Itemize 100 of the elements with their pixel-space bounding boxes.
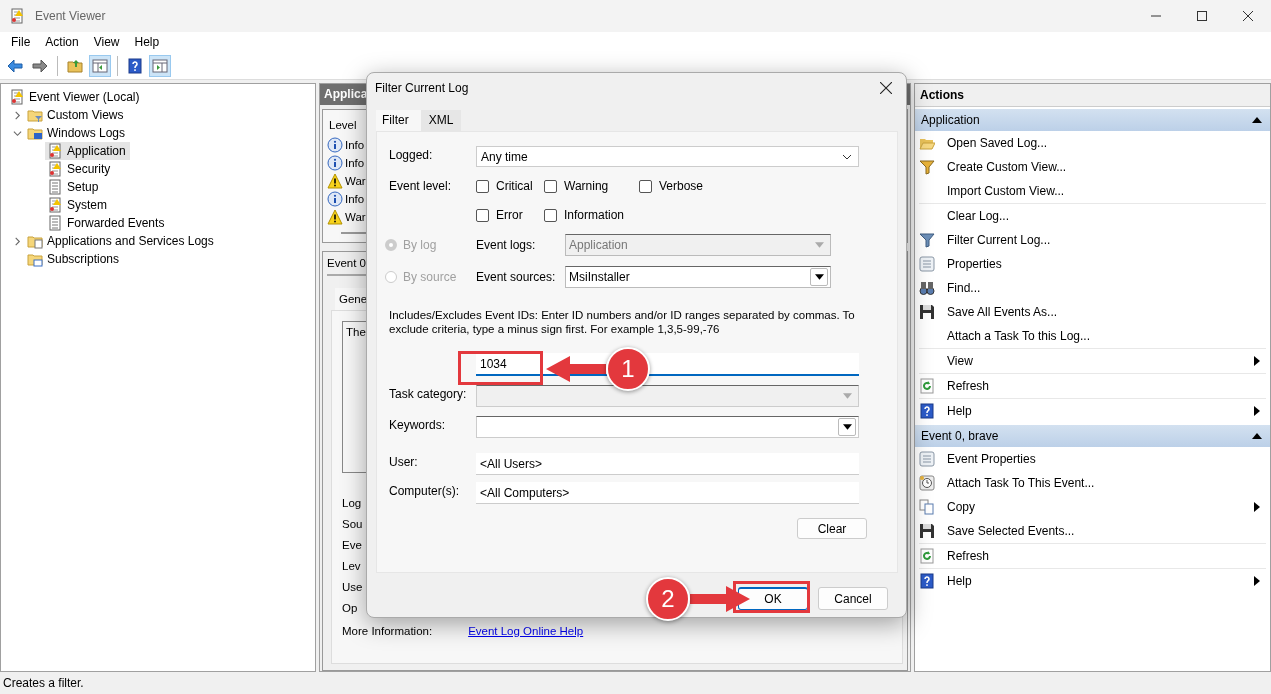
command-item[interactable]: View [919, 349, 1266, 373]
command-item[interactable]: Clear Log... [919, 204, 1266, 228]
command-item[interactable]: Attach Task To This Event... [919, 471, 1266, 495]
checkbox[interactable] [476, 208, 489, 222]
command-item[interactable]: Open Saved Log... [919, 131, 1266, 155]
help-icon [919, 403, 935, 419]
tree-item[interactable]: Applications and Services Logs [25, 232, 218, 250]
command-item[interactable]: Properties [919, 252, 1266, 276]
log-icon [47, 179, 63, 195]
actions-header: Actions [915, 84, 1270, 107]
log-icon [47, 143, 63, 159]
command-item[interactable]: Attach a Task To this Log... [919, 324, 1266, 348]
checkbox[interactable] [476, 179, 489, 193]
section-header[interactable]: Event 0, brave [915, 425, 1270, 447]
command-item[interactable]: Find... [919, 276, 1266, 300]
tree-item[interactable]: Windows Logs [25, 124, 130, 142]
menu-item[interactable]: Help [128, 35, 166, 49]
event-level-cell[interactable]: Info [345, 157, 365, 169]
field-label: Keywords: [389, 417, 447, 432]
menu-item[interactable]: View [87, 35, 126, 49]
folder-icon [67, 57, 83, 74]
field-label: Sou [342, 517, 363, 532]
submenu-arrow-icon [1254, 356, 1260, 366]
logged-dropdown[interactable]: Any time [476, 146, 859, 167]
checkbox[interactable] [639, 179, 652, 193]
tree-item[interactable]: System [45, 196, 111, 214]
event-level-cell[interactable]: Info [345, 193, 365, 205]
toolbar-button[interactable] [89, 54, 111, 77]
binoculars-icon [919, 280, 935, 296]
tree-item[interactable]: Setup [45, 178, 103, 196]
submenu-arrow-icon [1254, 502, 1260, 512]
event-level-cell[interactable]: War [345, 211, 366, 223]
folder-icon [27, 125, 43, 141]
computer-field[interactable]: <All Computers> [476, 482, 859, 504]
chevron-right-icon[interactable] [12, 236, 22, 246]
checkbox[interactable] [544, 179, 557, 193]
command-item[interactable]: Refresh [919, 544, 1266, 568]
section-header[interactable]: Application [915, 109, 1270, 131]
toolbar-button[interactable] [149, 54, 171, 77]
tree-item[interactable]: Security [45, 160, 115, 178]
command-item[interactable]: Help [919, 399, 1266, 423]
dropdown-arrow-icon [814, 242, 824, 248]
field-label: User: [389, 454, 419, 469]
submenu-arrow-icon [1254, 406, 1260, 416]
log-icon [47, 215, 63, 231]
tab[interactable]: XML [420, 110, 462, 131]
command-item[interactable]: Refresh [919, 374, 1266, 398]
chevron-down-icon[interactable] [12, 128, 22, 138]
field-label: Use [342, 580, 363, 595]
folder-icon [27, 251, 43, 267]
refresh-icon [919, 548, 935, 564]
radio-label: By log [403, 238, 437, 252]
chevron-right-icon[interactable] [12, 110, 22, 120]
callout-arrow [546, 356, 606, 382]
cancel-button[interactable]: Cancel [818, 587, 888, 610]
field-label: Eve [342, 538, 362, 553]
maximize-icon [1197, 11, 1207, 21]
checkbox[interactable] [544, 208, 557, 222]
field-label: Lev [342, 559, 361, 574]
callout-arrow [690, 586, 750, 612]
copy-icon [919, 499, 935, 515]
log-icon [9, 89, 25, 105]
user-field[interactable]: <All Users> [476, 453, 859, 475]
command-item[interactable]: Save All Events As... [919, 300, 1266, 324]
info-icon [327, 137, 343, 153]
folder-icon [27, 107, 43, 123]
properties-icon [919, 256, 935, 272]
window-title: Event Viewer [35, 9, 106, 23]
tab[interactable]: Filter [376, 110, 421, 131]
command-item[interactable]: Filter Current Log... [919, 228, 1266, 252]
ok-button[interactable]: OK [738, 587, 808, 610]
keywords-dropdown[interactable] [476, 416, 859, 438]
tree-item[interactable]: Subscriptions [25, 250, 124, 268]
clock-icon [919, 475, 935, 491]
column-header[interactable]: Level [327, 114, 357, 136]
field-label: Log [342, 496, 362, 511]
menu-item[interactable]: Action [39, 35, 85, 49]
tree-item[interactable]: Event Viewer (Local) [7, 88, 144, 106]
tree-item[interactable]: Forwarded Events [45, 214, 169, 232]
field-label: Op [342, 601, 358, 616]
field-label: Logged: [389, 147, 434, 162]
funnel-icon [919, 232, 935, 248]
command-item[interactable]: Import Custom View... [919, 179, 1266, 203]
clear-button[interactable]: Clear [797, 518, 867, 539]
command-item[interactable]: Save Selected Events... [919, 519, 1266, 543]
close-icon [880, 82, 892, 94]
event-level-cell[interactable]: War [345, 175, 366, 187]
field-label: Event level: [389, 178, 453, 193]
tree-item[interactable]: Application [45, 142, 130, 160]
funnel-icon [919, 159, 935, 175]
command-item[interactable]: Event Properties [919, 447, 1266, 471]
help-link[interactable]: Event Log Online Help [468, 621, 584, 642]
event-level-cell[interactable]: Info [345, 139, 365, 151]
command-item[interactable]: Help [919, 569, 1266, 593]
field-label: Task category: [389, 386, 468, 401]
menu-item[interactable]: File [5, 35, 37, 49]
command-item[interactable]: Copy [919, 495, 1266, 519]
command-item[interactable]: Create Custom View... [919, 155, 1266, 179]
tree-item[interactable]: Custom Views [25, 106, 128, 124]
help-icon [127, 57, 143, 74]
